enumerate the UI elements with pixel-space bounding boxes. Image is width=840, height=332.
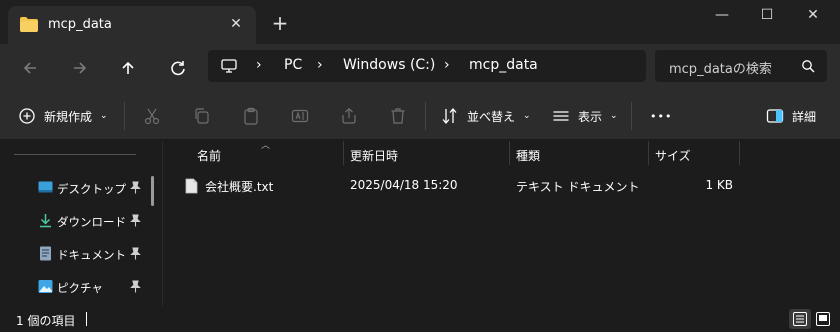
chevron-down-icon: ⌄ <box>610 111 618 121</box>
item-count: 1 個の項目 <box>16 314 76 328</box>
sidebar-item-label: デスクトップ <box>57 182 126 196</box>
details-view-button[interactable] <box>789 309 811 329</box>
minimize-button[interactable]: — <box>700 0 744 32</box>
close-window-button[interactable]: ✕ <box>791 0 835 32</box>
up-arrow-icon[interactable] <box>116 56 140 80</box>
pin-icon <box>130 214 141 227</box>
column-header-label: サイズ <box>655 149 691 163</box>
address-row: › PC › Windows (C:) › mcp_data mcp_dataの… <box>0 44 840 92</box>
plus-circle-icon <box>19 108 35 124</box>
cut-icon[interactable] <box>143 107 161 125</box>
delete-icon[interactable] <box>389 107 407 125</box>
sort-label: 並べ替え <box>467 109 516 124</box>
pin-icon <box>130 280 141 293</box>
details-view-icon <box>793 312 807 326</box>
address-bar[interactable]: › PC › Windows (C:) › mcp_data <box>208 50 646 82</box>
details-pane-button[interactable]: 詳細 <box>766 104 816 128</box>
sidebar-item-desktop[interactable]: デスクトップ <box>0 172 150 204</box>
file-list: ︿ 名前 更新日時 種類 サイズ 会社概要.txt 2025/04/18 15:… <box>163 141 840 306</box>
navigation-pane: デスクトップ ダウンロード ドキュメント ピクチャ <box>0 141 162 306</box>
pin-icon <box>130 247 141 260</box>
sidebar-item-label: ダウンロード <box>57 215 126 229</box>
details-label: 詳細 <box>792 109 817 124</box>
share-icon[interactable] <box>340 107 358 125</box>
view-label: 表示 <box>578 109 603 124</box>
new-button[interactable]: 新規作成 ⌄ <box>18 104 108 128</box>
folder-icon <box>20 17 38 32</box>
file-name: 会社概要.txt <box>205 180 274 194</box>
pictures-icon <box>38 280 53 293</box>
rename-icon[interactable] <box>291 107 309 125</box>
divider <box>124 102 125 130</box>
document-icon <box>40 246 51 261</box>
command-bar: 新規作成 ⌄ 並べ替え ⌄ 表示 ⌄ ••• 詳細 <box>0 92 840 140</box>
forward-arrow-icon[interactable] <box>68 56 92 80</box>
breadcrumb-separator[interactable]: › <box>317 57 323 73</box>
copy-icon[interactable] <box>193 107 211 125</box>
more-options-button[interactable]: ••• <box>650 104 672 128</box>
sidebar-item-label: ピクチャ <box>57 281 103 295</box>
text-file-icon <box>185 178 198 194</box>
window-tab[interactable]: mcp_data ✕ <box>8 6 256 44</box>
column-header-label: 種類 <box>516 149 541 163</box>
search-icon <box>802 60 815 73</box>
maximize-button[interactable]: ☐ <box>745 0 789 32</box>
sort-ascending-icon: ︿ <box>261 141 271 151</box>
column-divider[interactable] <box>739 141 740 165</box>
refresh-icon[interactable] <box>166 56 190 80</box>
tab-title: mcp_data <box>48 17 112 32</box>
view-list-icon <box>553 111 569 121</box>
divider <box>425 102 426 130</box>
chevron-down-icon: ⌄ <box>523 111 531 121</box>
sidebar-item-documents[interactable]: ドキュメント <box>0 238 150 270</box>
column-header-modified[interactable]: 更新日時 <box>344 141 509 165</box>
download-icon <box>40 214 51 228</box>
breadcrumb-separator[interactable]: › <box>444 57 450 73</box>
breadcrumb-pc[interactable]: PC <box>284 57 302 73</box>
column-header-type[interactable]: 種類 <box>510 141 648 165</box>
details-pane-icon <box>766 109 784 123</box>
file-modified: 2025/04/18 15:20 <box>350 178 458 192</box>
chevron-down-icon: ⌄ <box>100 111 108 121</box>
divider <box>14 154 136 155</box>
sidebar-item-downloads[interactable]: ダウンロード <box>0 205 150 237</box>
column-header-name[interactable]: ︿ 名前 <box>163 141 343 165</box>
large-icons-view-icon <box>816 312 830 326</box>
title-bar: mcp_data ✕ + — ☐ ✕ <box>0 0 840 44</box>
table-row[interactable]: 会社概要.txt 2025/04/18 15:20 テキスト ドキュメント 1 … <box>175 174 775 198</box>
search-placeholder: mcp_dataの検索 <box>669 62 772 77</box>
sidebar-item-pictures[interactable]: ピクチャ <box>0 271 150 303</box>
pin-icon <box>130 181 141 194</box>
file-size: 1 KB <box>705 178 733 192</box>
column-header-label: 名前 <box>197 149 222 163</box>
breadcrumb-separator[interactable]: › <box>256 57 262 73</box>
new-tab-button[interactable]: + <box>268 12 292 36</box>
close-tab-button[interactable]: ✕ <box>226 14 246 34</box>
back-arrow-icon[interactable] <box>18 56 42 80</box>
desktop-icon <box>38 181 53 193</box>
column-header-label: 更新日時 <box>350 149 399 163</box>
search-box[interactable]: mcp_dataの検索 <box>655 50 827 82</box>
column-header-size[interactable]: サイズ <box>649 141 739 165</box>
view-button[interactable]: 表示 ⌄ <box>552 104 618 128</box>
sidebar-item-label: ドキュメント <box>57 248 126 262</box>
tiles-view-button[interactable] <box>812 309 834 329</box>
pc-icon <box>221 59 237 73</box>
status-bar: 1 個の項目 <box>0 306 840 332</box>
sort-icon <box>442 108 457 124</box>
breadcrumb-folder[interactable]: mcp_data <box>469 57 538 73</box>
new-label: 新規作成 <box>44 109 93 124</box>
file-type: テキスト ドキュメント <box>516 180 640 194</box>
scrollbar-thumb[interactable] <box>151 176 154 206</box>
status-divider <box>86 312 87 326</box>
paste-icon[interactable] <box>242 107 260 125</box>
breadcrumb-drive[interactable]: Windows (C:) <box>343 57 435 73</box>
sort-button[interactable]: 並べ替え ⌄ <box>441 104 531 128</box>
divider <box>631 102 632 130</box>
